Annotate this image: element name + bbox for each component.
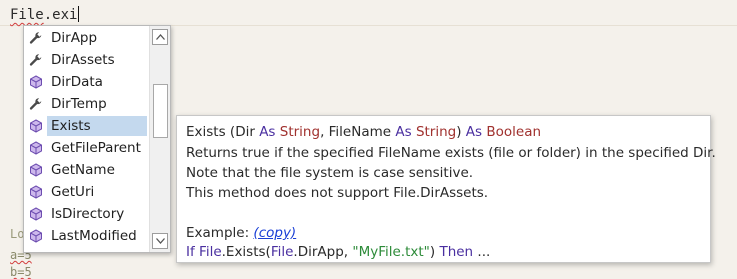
- method-cube-icon: [25, 71, 47, 93]
- text-cursor: [78, 6, 80, 22]
- background-code-line: b=5: [10, 265, 32, 279]
- documentation-tooltip: Exists (Dir As String, FileName As Strin…: [176, 115, 716, 263]
- typed-member: exi: [52, 7, 78, 23]
- example-heading: Example: (copy): [186, 225, 297, 241]
- description-line: Returns true if the specified FileName e…: [186, 145, 716, 161]
- method-cube-icon: [25, 137, 47, 159]
- completion-item-geturi[interactable]: GetUri: [25, 181, 149, 203]
- completion-item-dirdata[interactable]: DirData: [25, 71, 149, 93]
- method-cube-icon: [25, 115, 47, 137]
- method-cube-icon: [25, 203, 47, 225]
- completion-item-label: GetFileParent: [51, 140, 141, 156]
- completion-item-getname[interactable]: GetName: [25, 159, 149, 181]
- current-code-line[interactable]: File.exi: [10, 6, 80, 23]
- description-line: This method does not support File.DirAss…: [186, 185, 489, 201]
- completion-item-getfileparent[interactable]: GetFileParent: [25, 137, 149, 159]
- copy-link[interactable]: (copy): [253, 225, 296, 241]
- completion-item-lastmodified[interactable]: LastModified: [25, 225, 149, 247]
- typed-object: File: [10, 7, 44, 23]
- method-cube-icon: [25, 225, 47, 247]
- method-cube-icon: [25, 159, 47, 181]
- typed-dot: .: [43, 7, 53, 23]
- completion-item-dirassets[interactable]: DirAssets: [25, 49, 149, 71]
- completion-item-label: DirAssets: [51, 52, 115, 68]
- scroll-down-button[interactable]: [152, 233, 168, 249]
- method-cube-icon: [25, 181, 47, 203]
- description-line: Note that the file system is case sensit…: [186, 165, 474, 181]
- completion-item-dirtemp[interactable]: DirTemp: [25, 93, 149, 115]
- wrench-icon: [25, 93, 47, 115]
- wrench-icon: [25, 27, 47, 49]
- scroll-thumb[interactable]: [153, 84, 168, 138]
- autocomplete-scrollbar[interactable]: [149, 26, 170, 252]
- completion-item-label: GetName: [51, 162, 115, 178]
- completion-item-label: Exists: [47, 116, 147, 136]
- scroll-up-button[interactable]: [152, 29, 168, 45]
- completion-item-label: GetUri: [51, 184, 95, 200]
- arrow-up-icon: [155, 34, 165, 40]
- completion-item-label: IsDirectory: [51, 206, 125, 222]
- autocomplete-list[interactable]: DirApp DirAssets DirData DirTemp Exists GetFi…: [23, 25, 171, 253]
- arrow-down-icon: [155, 238, 165, 244]
- completion-item-label: LastModified: [51, 228, 137, 244]
- completion-item-exists[interactable]: Exists: [25, 115, 149, 137]
- completion-item-dirapp[interactable]: DirApp: [25, 27, 149, 49]
- completion-item-label: DirData: [51, 74, 103, 90]
- example-code: If File.Exists(File.DirApp, "MyFile.txt"…: [186, 244, 491, 260]
- wrench-icon: [25, 49, 47, 71]
- completion-item-isdirectory[interactable]: IsDirectory: [25, 203, 149, 225]
- method-signature: Exists (Dir As String, FileName As Strin…: [186, 124, 542, 140]
- completion-item-label: DirTemp: [51, 96, 107, 112]
- completion-item-label: DirApp: [51, 30, 98, 46]
- autocomplete-items: DirApp DirAssets DirData DirTemp Exists GetFi…: [25, 27, 149, 247]
